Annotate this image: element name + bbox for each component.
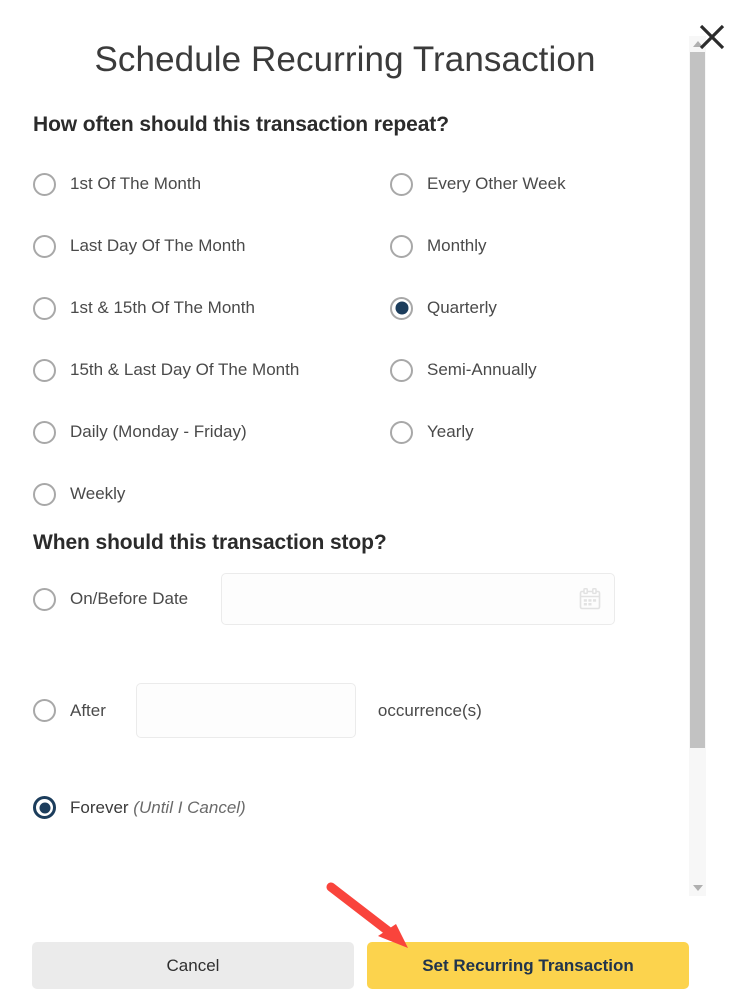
radio-mark-icon[interactable] [33,296,56,320]
set-recurring-transaction-button[interactable]: Set Recurring Transaction [367,942,689,989]
radio-option-yearly[interactable]: Yearly [390,401,657,463]
radio-option-label: Every Other Week [427,174,566,193]
frequency-right-column: Every Other Week Monthly Quarterly Semi-… [345,153,657,525]
radio-mark-selected-icon[interactable] [33,796,56,819]
vertical-scrollbar[interactable] [689,36,706,896]
forever-note: (Until I Cancel) [133,797,246,817]
stop-option-after[interactable]: After occurrence(s) [33,683,657,738]
radio-mark-icon[interactable] [33,172,56,196]
radio-option-semi-annually[interactable]: Semi-Annually [390,339,657,401]
radio-option-label: Daily (Monday - Friday) [70,422,247,441]
radio-mark-icon[interactable] [33,587,56,611]
occurrences-suffix-label: occurrence(s) [377,700,482,720]
radio-option-label: Last Day Of The Month [70,236,246,255]
radio-mark-icon[interactable] [33,358,56,382]
radio-option-weekly[interactable]: Weekly [33,463,345,525]
radio-option-label: 15th & Last Day Of The Month [70,360,300,379]
frequency-radio-group: 1st Of The Month Last Day Of The Month 1… [33,153,657,525]
stop-date-input-wrap [221,573,616,625]
stop-occurrences-input[interactable] [135,683,356,738]
radio-option-label: 1st & 15th Of The Month [70,298,255,317]
radio-mark-icon[interactable] [33,482,56,506]
scroll-down-arrow-icon[interactable] [689,880,706,896]
radio-mark-icon[interactable] [390,420,413,444]
stop-option-label: Forever (Until I Cancel) [70,798,246,818]
stop-date-input[interactable] [221,573,616,625]
dialog-footer: Cancel Set Recurring Transaction [0,942,711,989]
radio-option-daily-monday-friday[interactable]: Daily (Monday - Friday) [33,401,345,463]
stop-heading: When should this transaction stop? [33,531,387,554]
forever-text: Forever [70,797,134,817]
radio-option-1st-and-15th-of-the-month[interactable]: 1st & 15th Of The Month [33,277,345,339]
stop-option-forever[interactable]: Forever (Until I Cancel) [33,796,657,819]
radio-mark-icon[interactable] [390,358,413,382]
radio-mark-icon[interactable] [33,420,56,444]
radio-option-label: 1st Of The Month [70,174,202,193]
stop-option-label: After [70,700,106,720]
radio-option-quarterly[interactable]: Quarterly [390,277,657,339]
radio-option-1st-of-the-month[interactable]: 1st Of The Month [33,153,345,215]
radio-option-monthly[interactable]: Monthly [390,215,657,277]
radio-option-last-day-of-the-month[interactable]: Last Day Of The Month [33,215,345,277]
radio-option-every-other-week[interactable]: Every Other Week [390,153,657,215]
cancel-button[interactable]: Cancel [32,942,354,989]
radio-option-label: Monthly [427,236,487,255]
frequency-left-column: 1st Of The Month Last Day Of The Month 1… [33,153,345,525]
stop-after-input-wrap [135,683,356,738]
radio-mark-selected-icon[interactable] [390,296,413,320]
dialog-body: How often should this transaction repeat… [0,105,690,819]
frequency-heading: How often should this transaction repeat… [33,113,449,136]
radio-option-15th-and-last-day-of-the-month[interactable]: 15th & Last Day Of The Month [33,339,345,401]
radio-option-label: Weekly [70,484,126,503]
close-icon[interactable] [695,20,729,54]
radio-option-label: Quarterly [427,298,497,317]
schedule-recurring-transaction-dialog: Schedule Recurring Transaction How often… [0,0,733,1006]
radio-mark-icon[interactable] [390,234,413,258]
dialog-title: Schedule Recurring Transaction [94,40,596,79]
radio-mark-icon[interactable] [33,699,56,722]
radio-mark-icon[interactable] [390,172,413,196]
scrollbar-thumb[interactable] [690,52,705,748]
radio-option-label: Semi-Annually [427,360,537,379]
radio-row: 1st Of The Month Last Day Of The Month 1… [33,153,657,525]
radio-option-label: Yearly [427,422,474,441]
radio-mark-icon[interactable] [33,234,56,258]
stop-option-on-before-date[interactable]: On/Before Date [33,573,657,625]
stop-option-label: On/Before Date [70,589,189,608]
